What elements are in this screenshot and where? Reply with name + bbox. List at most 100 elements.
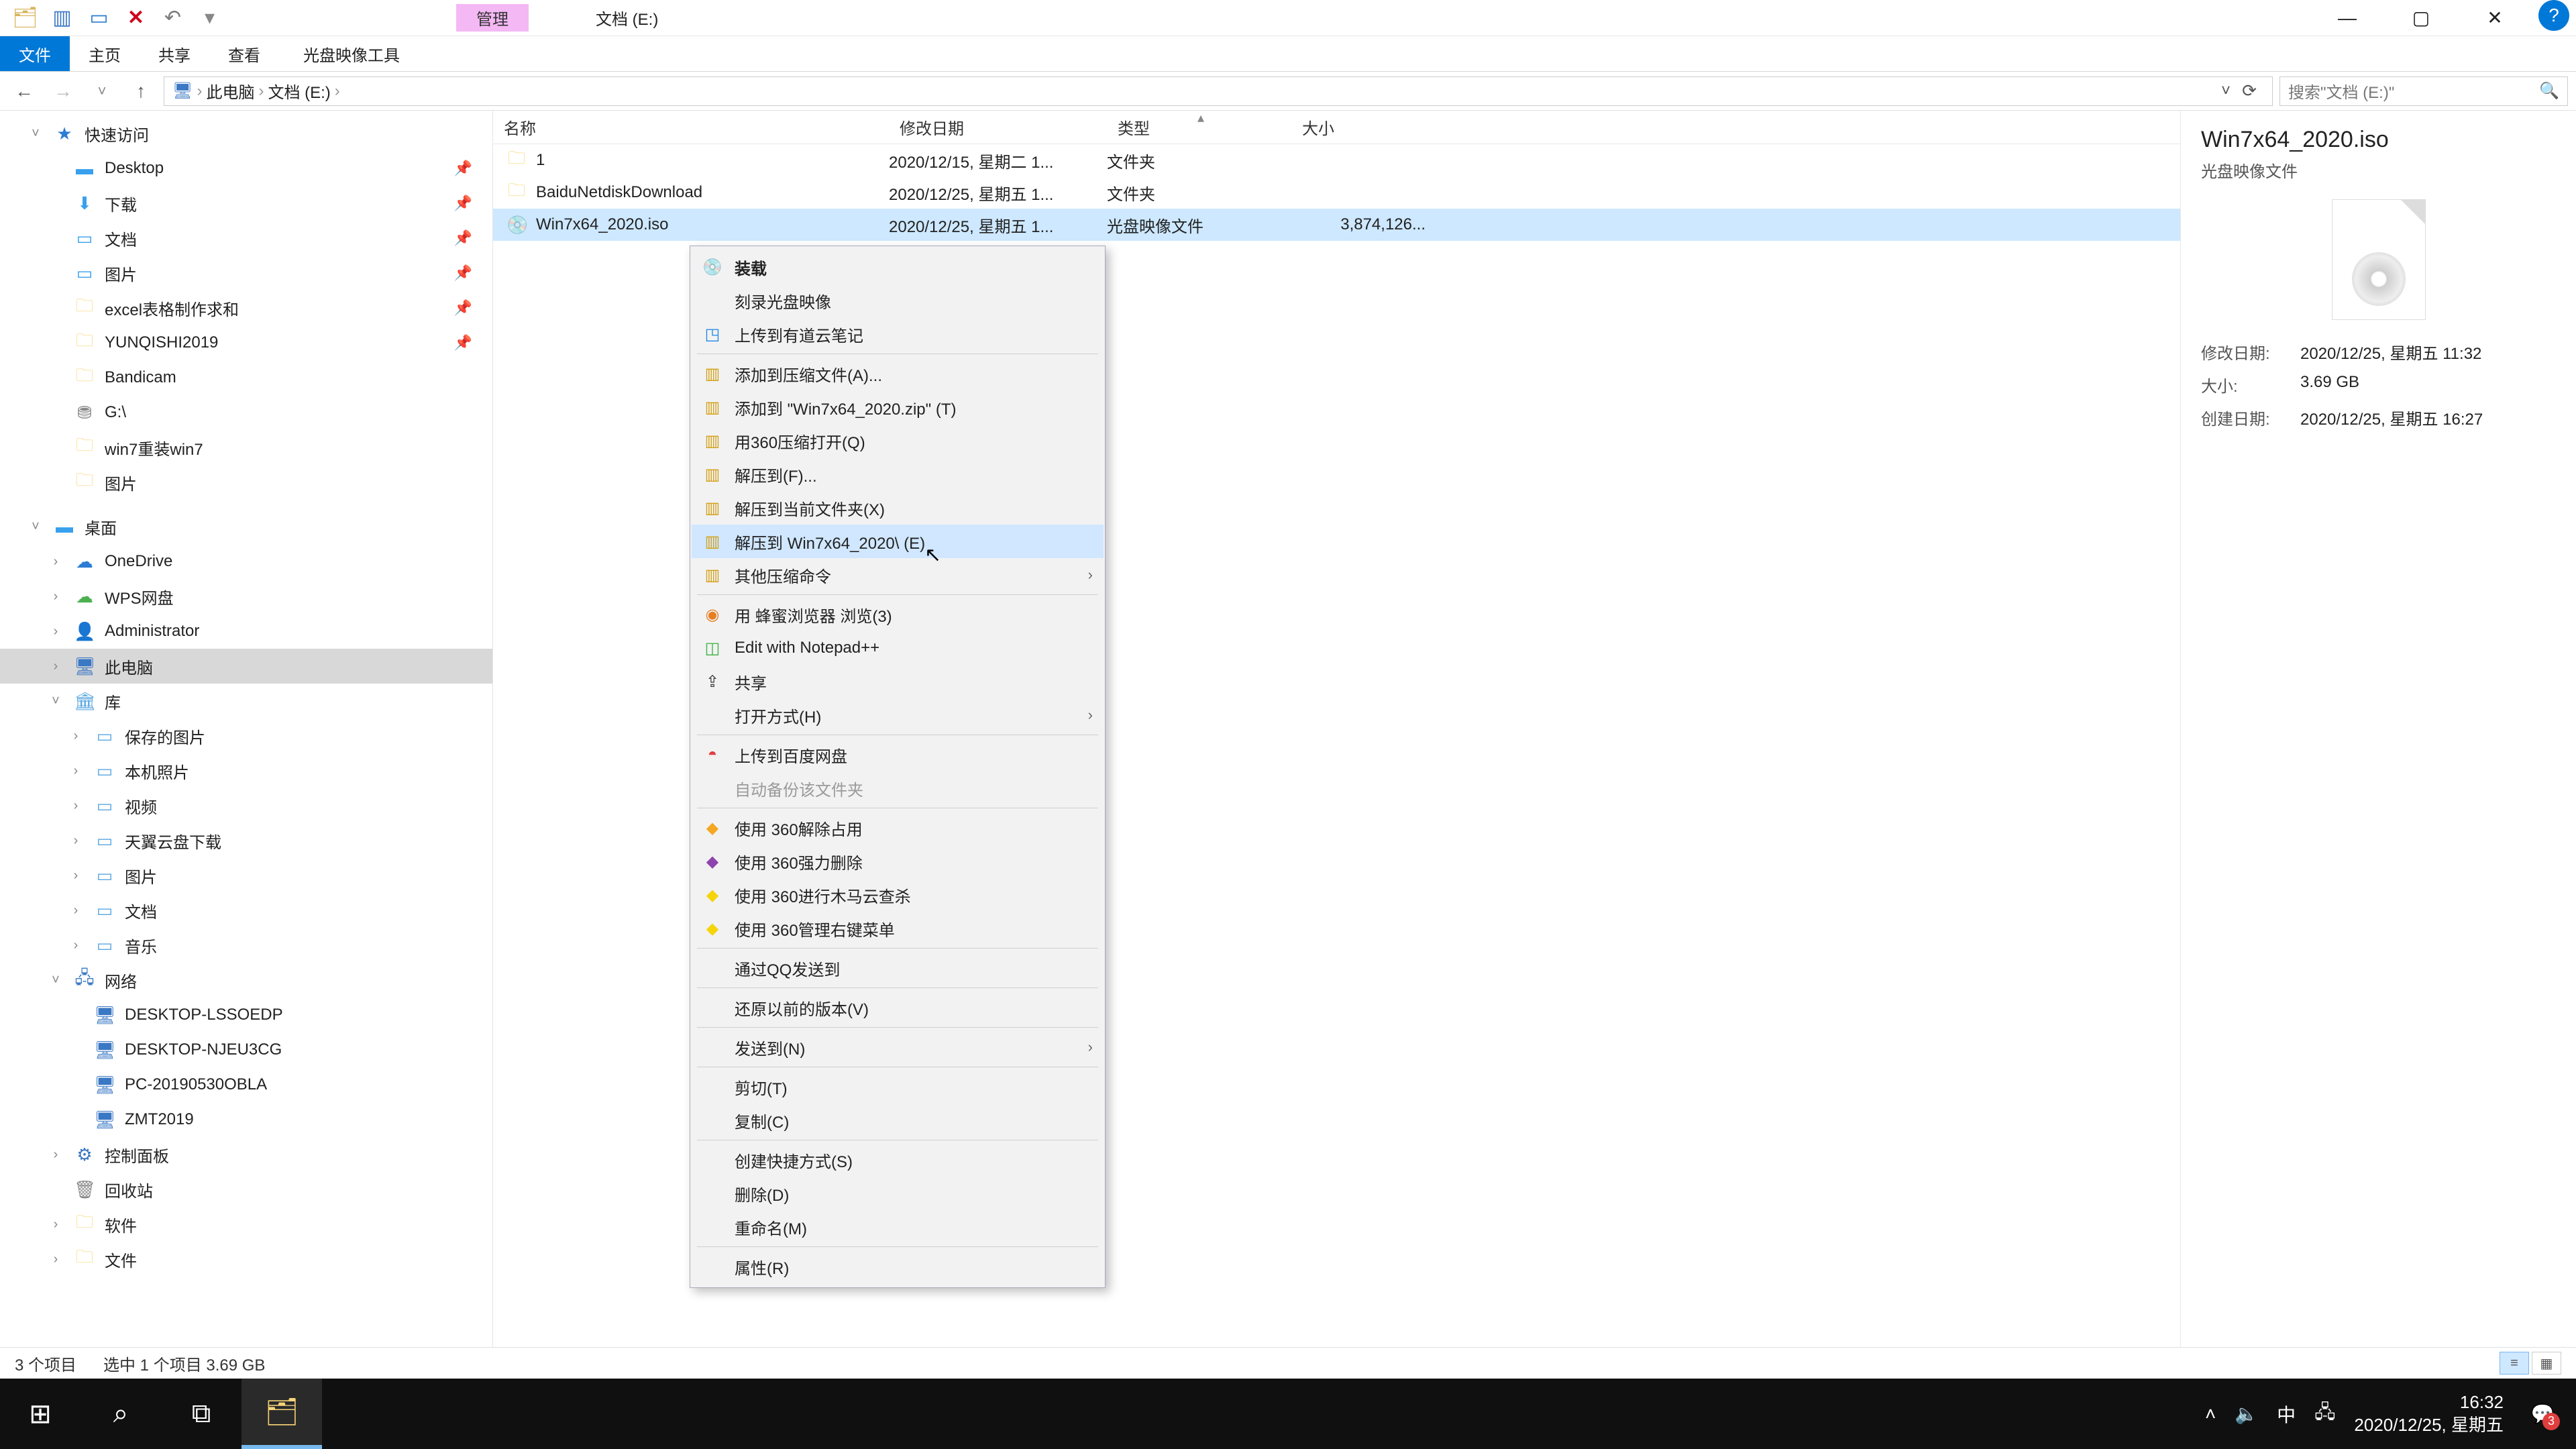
tree-local-pics[interactable]: ›▭本机照片 [0, 753, 492, 788]
tree-admin[interactable]: ›👤Administrator [0, 614, 492, 649]
tree-documents[interactable]: ▭文档📌 [0, 221, 492, 256]
tree-lib-pics[interactable]: ›▭图片 [0, 858, 492, 893]
tree-this-pc[interactable]: ›🖥此电脑 [0, 649, 492, 684]
close-button[interactable]: ✕ [2458, 0, 2532, 36]
delete-icon[interactable]: ✕ [117, 1, 154, 35]
cm-qq-send[interactable]: 通过QQ发送到 [692, 951, 1104, 985]
file-row-selected[interactable]: 💿Win7x64_2020.iso 2020/12/25, 星期五 1... 光… [493, 209, 2180, 241]
tree-lib-music[interactable]: ›▭音乐 [0, 928, 492, 963]
start-button[interactable]: ⊞ [0, 1379, 80, 1449]
tab-share[interactable]: 共享 [140, 36, 209, 71]
tab-disc-image-tools[interactable]: 光盘映像工具 [284, 36, 419, 71]
help-button[interactable]: ? [2538, 0, 2569, 31]
search-box[interactable]: 搜索"文档 (E:)" 🔍 [2279, 76, 2568, 106]
network-icon[interactable]: 🖧 [2314, 1398, 2335, 1430]
taskbar-clock[interactable]: 16:32 2020/12/25, 星期五 [2354, 1391, 2504, 1437]
search-task-button[interactable]: ⌕ [80, 1379, 161, 1449]
tree-pc-3[interactable]: 🖥PC-20190530OBLA [0, 1067, 492, 1102]
col-size[interactable]: 大小 [1291, 115, 1439, 139]
action-center-button[interactable]: 💬3 [2522, 1394, 2563, 1434]
volume-icon[interactable]: 🔈 [2235, 1403, 2258, 1425]
maximize-button[interactable]: ▢ [2384, 0, 2458, 36]
cm-burn[interactable]: 刻录光盘映像 [692, 284, 1104, 317]
cm-360-trojan-scan[interactable]: ◆使用 360进行木马云查杀 [692, 878, 1104, 912]
nav-up-button[interactable]: ↑ [125, 75, 157, 107]
tree-tianyi[interactable]: ›▭天翼云盘下载 [0, 823, 492, 858]
file-row[interactable]: 🗀BaiduNetdiskDownload 2020/12/25, 星期五 1.… [493, 176, 2180, 209]
column-headers[interactable]: ▴ 名称 修改日期 类型 大小 [493, 111, 2180, 144]
properties-icon[interactable]: ▥ [44, 1, 80, 35]
cm-delete[interactable]: 删除(D) [692, 1177, 1104, 1210]
tree-desktop-section[interactable]: ˅▬桌面 [0, 509, 492, 544]
view-details-button[interactable]: ≡ [2500, 1352, 2529, 1375]
cm-notepadpp[interactable]: ◫Edit with Notepad++ [692, 631, 1104, 665]
nav-recent-dropdown[interactable]: ˅ [86, 75, 118, 107]
cm-cut[interactable]: 剪切(T) [692, 1070, 1104, 1104]
cm-360-force-delete[interactable]: ◆使用 360强力删除 [692, 845, 1104, 878]
tab-file[interactable]: 文件 [0, 36, 70, 71]
tree-quick-access[interactable]: ˅★快速访问 [0, 116, 492, 151]
navigation-pane[interactable]: ˅★快速访问 ▬Desktop📌 ⬇下载📌 ▭文档📌 ▭图片📌 🗀excel表格… [0, 111, 493, 1347]
undo-icon[interactable]: ↶ [154, 1, 191, 35]
context-menu[interactable]: 💿装载 刻录光盘映像 ◳上传到有道云笔记 ▥添加到压缩文件(A)... ▥添加到… [690, 246, 1106, 1288]
tree-software[interactable]: ›🗀软件 [0, 1207, 492, 1242]
tree-wps[interactable]: ›☁WPS网盘 [0, 579, 492, 614]
tab-home[interactable]: 主页 [70, 36, 140, 71]
tree-pictures[interactable]: ▭图片📌 [0, 256, 492, 290]
folder-icon[interactable]: 🗂 [7, 1, 44, 35]
cm-add-archive[interactable]: ▥添加到压缩文件(A)... [692, 357, 1104, 390]
cm-shortcut[interactable]: 创建快捷方式(S) [692, 1143, 1104, 1177]
tree-libraries[interactable]: ˅🏛库 [0, 684, 492, 718]
context-tab-manage[interactable]: 管理 [456, 4, 529, 32]
tree-win7[interactable]: 🗀win7重装win7 [0, 430, 492, 465]
cm-send-to[interactable]: 发送到(N)› [692, 1030, 1104, 1064]
task-view-button[interactable]: ⧉ [161, 1379, 241, 1449]
new-folder-icon[interactable]: ▭ [80, 1, 117, 35]
search-icon[interactable]: 🔍 [2539, 81, 2559, 101]
tree-files[interactable]: ›🗀文件 [0, 1242, 492, 1277]
breadcrumb-folder[interactable]: 文档 (E:) [268, 79, 330, 103]
explorer-task-button[interactable]: 🗂 [241, 1379, 322, 1449]
tree-g-drive[interactable]: ⛃G:\ [0, 395, 492, 430]
cm-extract-named[interactable]: ▥解压到 Win7x64_2020\ (E) [692, 525, 1104, 558]
tree-pc-2[interactable]: 🖥DESKTOP-NJEU3CG [0, 1032, 492, 1067]
cm-extract-to[interactable]: ▥解压到(F)... [692, 458, 1104, 491]
tree-control-panel[interactable]: ›⚙控制面板 [0, 1137, 492, 1172]
cm-extract-here[interactable]: ▥解压到当前文件夹(X) [692, 491, 1104, 525]
qat-dropdown-icon[interactable]: ▾ [191, 1, 228, 35]
cm-youdao[interactable]: ◳上传到有道云笔记 [692, 317, 1104, 351]
address-dropdown-icon[interactable]: ˅ [2221, 82, 2231, 101]
tree-downloads[interactable]: ⬇下载📌 [0, 186, 492, 221]
tree-videos[interactable]: ›▭视频 [0, 788, 492, 823]
tree-onedrive[interactable]: ›☁OneDrive [0, 544, 492, 579]
tree-recycle-bin[interactable]: 🗑回收站 [0, 1172, 492, 1207]
minimize-button[interactable]: ― [2310, 0, 2384, 36]
tree-network[interactable]: ˅🖧网络 [0, 963, 492, 998]
refresh-button[interactable]: ⟳ [2235, 80, 2264, 101]
cm-restore-prev[interactable]: 还原以前的版本(V) [692, 991, 1104, 1024]
system-tray[interactable]: ˄ 🔈 中 🖧 16:32 2020/12/25, 星期五 💬3 [2205, 1391, 2576, 1437]
cm-baidu[interactable]: ◓上传到百度网盘 [692, 738, 1104, 771]
breadcrumb-root[interactable]: 此电脑 [206, 79, 254, 103]
cm-bee-browser[interactable]: ◉用 蜂蜜浏览器 浏览(3) [692, 598, 1104, 631]
cm-360-unlock[interactable]: ◆使用 360解除占用 [692, 811, 1104, 845]
address-bar[interactable]: 🖥 › 此电脑 › 文档 (E:) › ˅ ⟳ [164, 76, 2273, 106]
cm-copy[interactable]: 复制(C) [692, 1104, 1104, 1137]
cm-properties[interactable]: 属性(R) [692, 1250, 1104, 1283]
cm-mount[interactable]: 💿装载 [692, 250, 1104, 284]
tree-bandicam[interactable]: 🗀Bandicam [0, 360, 492, 395]
cm-360-manage-menu[interactable]: ◆使用 360管理右键菜单 [692, 912, 1104, 945]
cm-open-360zip[interactable]: ▥用360压缩打开(Q) [692, 424, 1104, 458]
cm-open-with[interactable]: 打开方式(H)› [692, 698, 1104, 732]
cm-share[interactable]: ⇪共享 [692, 665, 1104, 698]
cm-add-zip[interactable]: ▥添加到 "Win7x64_2020.zip" (T) [692, 390, 1104, 424]
view-icons-button[interactable]: ▦ [2532, 1352, 2561, 1375]
file-row[interactable]: 🗀1 2020/12/15, 星期二 1... 文件夹 [493, 144, 2180, 176]
tab-view[interactable]: 查看 [209, 36, 279, 71]
tray-chevron-icon[interactable]: ˄ [2205, 1403, 2216, 1425]
tree-yunqishi[interactable]: 🗀YUNQISHI2019📌 [0, 325, 492, 360]
nav-forward-button[interactable]: → [47, 75, 79, 107]
taskbar[interactable]: ⊞ ⌕ ⧉ 🗂 ˄ 🔈 中 🖧 16:32 2020/12/25, 星期五 💬3 [0, 1379, 2576, 1449]
cm-rename[interactable]: 重命名(M) [692, 1210, 1104, 1244]
tree-pictures2[interactable]: 🗀图片 [0, 465, 492, 500]
